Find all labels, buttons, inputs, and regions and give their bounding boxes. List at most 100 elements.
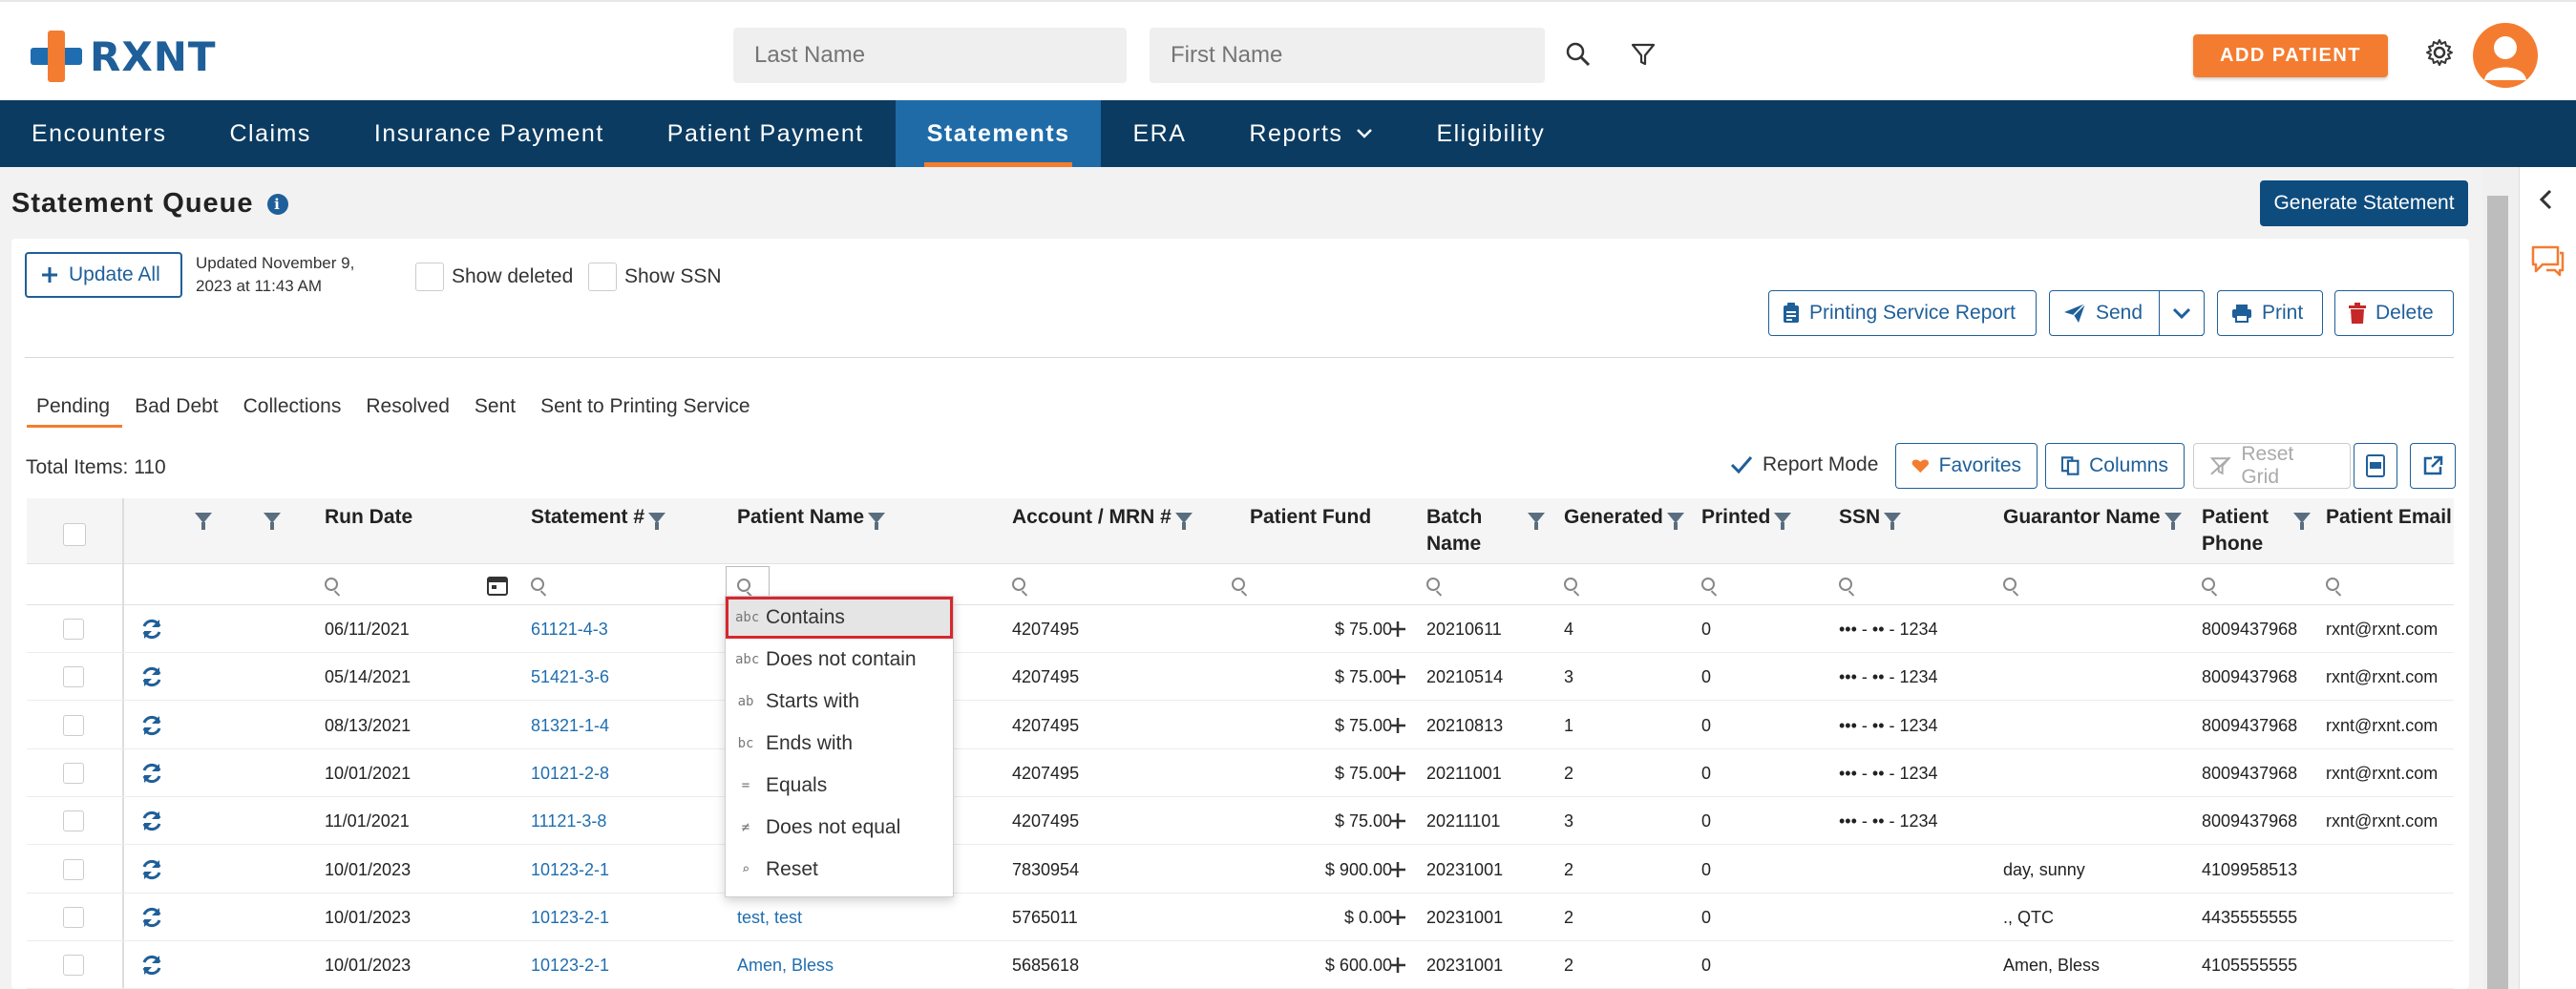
- filter-icon[interactable]: [1627, 38, 1659, 71]
- filter-option-does-not-equal[interactable]: ≠ Does not equal: [726, 807, 953, 849]
- row-checkbox[interactable]: [63, 762, 84, 784]
- row-checkbox[interactable]: [63, 666, 84, 688]
- regenerate-icon[interactable]: [140, 954, 163, 977]
- add-patient-button[interactable]: ADD PATIENT: [2193, 34, 2388, 77]
- add-fund-plus-icon[interactable]: [1389, 957, 1406, 974]
- cell-patient-name-link[interactable]: test, test: [737, 894, 802, 941]
- cell-statement-link[interactable]: 10123-2-1: [531, 941, 609, 989]
- filter-search-icon[interactable]: [2202, 578, 2215, 591]
- cell-statement-link[interactable]: 10121-2-8: [531, 749, 609, 797]
- table-row[interactable]: 10/01/2023 10123-2-1 test, test 5765011 $ 0.…: [27, 894, 2454, 941]
- nav-statements[interactable]: Statements: [895, 100, 1102, 167]
- show-ssn-checkbox[interactable]: [588, 263, 617, 291]
- rxnt-logo[interactable]: RXNT: [31, 29, 217, 84]
- nav-reports[interactable]: Reports: [1217, 100, 1404, 167]
- tab-sent-to-printing-service[interactable]: Sent to Printing Service: [528, 395, 762, 428]
- row-checkbox[interactable]: [63, 906, 84, 928]
- cell-patient-name-link[interactable]: Amen, Bless: [737, 941, 834, 989]
- filter-search-icon[interactable]: [1232, 578, 1245, 591]
- add-fund-plus-icon[interactable]: [1389, 909, 1406, 926]
- filter-search-icon[interactable]: [1426, 578, 1440, 591]
- row-checkbox[interactable]: [63, 810, 84, 832]
- delete-button[interactable]: Delete: [2334, 290, 2454, 336]
- column-filter-icon[interactable]: [1774, 512, 1792, 530]
- column-filter-icon[interactable]: [2164, 512, 2182, 530]
- reset-grid-button[interactable]: Reset Grid: [2193, 443, 2351, 489]
- tab-sent[interactable]: Sent: [462, 395, 528, 428]
- info-icon[interactable]: i: [266, 193, 288, 215]
- table-row[interactable]: 10/01/2023 10123-2-1 Amen, Bless 5685618 $ 6…: [27, 941, 2454, 989]
- export-pdf-button[interactable]: [2354, 443, 2397, 489]
- filter-option-does-not-contain[interactable]: abc Does not contain: [726, 639, 953, 681]
- columns-button[interactable]: Columns: [2045, 443, 2185, 489]
- last-name-input[interactable]: [733, 28, 1127, 83]
- column-filter-icon[interactable]: [1884, 512, 1902, 530]
- column-filter-icon[interactable]: [648, 512, 666, 530]
- table-row[interactable]: 05/14/2021 51421-3-6 4207495 $ 75.00 2021051…: [27, 653, 2454, 702]
- favorites-button[interactable]: Favorites: [1895, 443, 2038, 489]
- first-name-input[interactable]: [1150, 28, 1545, 83]
- tab-pending[interactable]: Pending: [27, 395, 123, 428]
- table-row[interactable]: 10/01/2021 10121-2-8 4207495 $ 75.00 2021100…: [27, 749, 2454, 797]
- table-row[interactable]: 06/11/2021 61121-4-3 4207495 $ 75.00 2021061…: [27, 605, 2454, 653]
- nav-patient-payment[interactable]: Patient Payment: [636, 100, 896, 167]
- regenerate-icon[interactable]: [140, 714, 163, 737]
- filter-search-icon[interactable]: [325, 578, 338, 591]
- regenerate-icon[interactable]: [140, 762, 163, 785]
- filter-option-ends-with[interactable]: bc Ends with: [726, 723, 953, 765]
- cell-statement-link[interactable]: 51421-3-6: [531, 653, 609, 701]
- filter-search-icon[interactable]: [2326, 578, 2339, 591]
- filter-search-icon[interactable]: [531, 578, 544, 591]
- add-fund-plus-icon[interactable]: [1389, 861, 1406, 878]
- regenerate-icon[interactable]: [140, 858, 163, 881]
- settings-gear-icon[interactable]: [2423, 36, 2456, 69]
- row-checkbox[interactable]: [63, 955, 84, 977]
- add-fund-plus-icon[interactable]: [1389, 621, 1406, 638]
- update-all-button[interactable]: Update All: [25, 252, 182, 298]
- tab-bad-debt[interactable]: Bad Debt: [122, 395, 231, 428]
- printing-service-report-button[interactable]: Printing Service Report: [1768, 290, 2037, 336]
- filter-search-icon[interactable]: [1839, 578, 1852, 591]
- filter-option-contains[interactable]: abc Contains: [726, 597, 953, 639]
- regenerate-icon[interactable]: [140, 665, 163, 688]
- calendar-icon[interactable]: [487, 575, 508, 596]
- collapse-chevron-icon[interactable]: [2537, 188, 2556, 217]
- column-filter-icon[interactable]: [1174, 512, 1193, 530]
- row-checkbox[interactable]: [63, 858, 84, 880]
- tab-collections[interactable]: Collections: [231, 395, 354, 428]
- search-icon[interactable]: [1562, 38, 1594, 71]
- show-ssn-toggle[interactable]: Show SSN: [588, 263, 722, 291]
- column-filter-icon[interactable]: [2293, 512, 2311, 530]
- filter-search-icon[interactable]: [1564, 578, 1577, 591]
- row-checkbox[interactable]: [63, 714, 84, 736]
- tab-resolved[interactable]: Resolved: [353, 395, 462, 428]
- add-fund-plus-icon[interactable]: [1389, 717, 1406, 734]
- filter-search-icon[interactable]: [2003, 578, 2016, 591]
- nav-claims[interactable]: Claims: [198, 100, 342, 167]
- filter-search-icon[interactable]: [1012, 578, 1025, 591]
- column-filter-icon[interactable]: [868, 512, 886, 530]
- table-row[interactable]: 11/01/2021 11121-3-8 4207495 $ 75.00 2021110…: [27, 797, 2454, 846]
- regenerate-icon[interactable]: [140, 810, 163, 832]
- column-filter-icon[interactable]: [264, 512, 281, 530]
- show-deleted-toggle[interactable]: Show deleted: [415, 263, 573, 291]
- cell-statement-link[interactable]: 10123-2-1: [531, 846, 609, 894]
- filter-option-reset[interactable]: ⌕ Reset: [726, 849, 953, 891]
- scrollbar-thumb[interactable]: [2487, 196, 2508, 989]
- report-mode-toggle[interactable]: Report Mode: [1728, 452, 1878, 478]
- column-filter-icon[interactable]: [1528, 512, 1545, 530]
- regenerate-icon[interactable]: [140, 618, 163, 641]
- generate-statement-button[interactable]: Generate Statement: [2260, 180, 2468, 226]
- add-fund-plus-icon[interactable]: [1389, 668, 1406, 685]
- nav-insurance-payment[interactable]: Insurance Payment: [343, 100, 636, 167]
- user-avatar[interactable]: [2473, 23, 2538, 88]
- filter-option-equals[interactable]: = Equals: [726, 765, 953, 807]
- column-filter-icon[interactable]: [1666, 512, 1684, 530]
- table-row[interactable]: 10/01/2023 10123-2-1 7830954 $ 900.00 202310…: [27, 846, 2454, 894]
- nav-era[interactable]: ERA: [1101, 100, 1217, 167]
- select-all-checkbox[interactable]: [63, 523, 86, 546]
- add-fund-plus-icon[interactable]: [1389, 765, 1406, 782]
- nav-eligibility[interactable]: Eligibility: [1404, 100, 1576, 167]
- checkmark-icon[interactable]: [1728, 452, 1755, 478]
- send-options-dropdown[interactable]: [2159, 290, 2205, 336]
